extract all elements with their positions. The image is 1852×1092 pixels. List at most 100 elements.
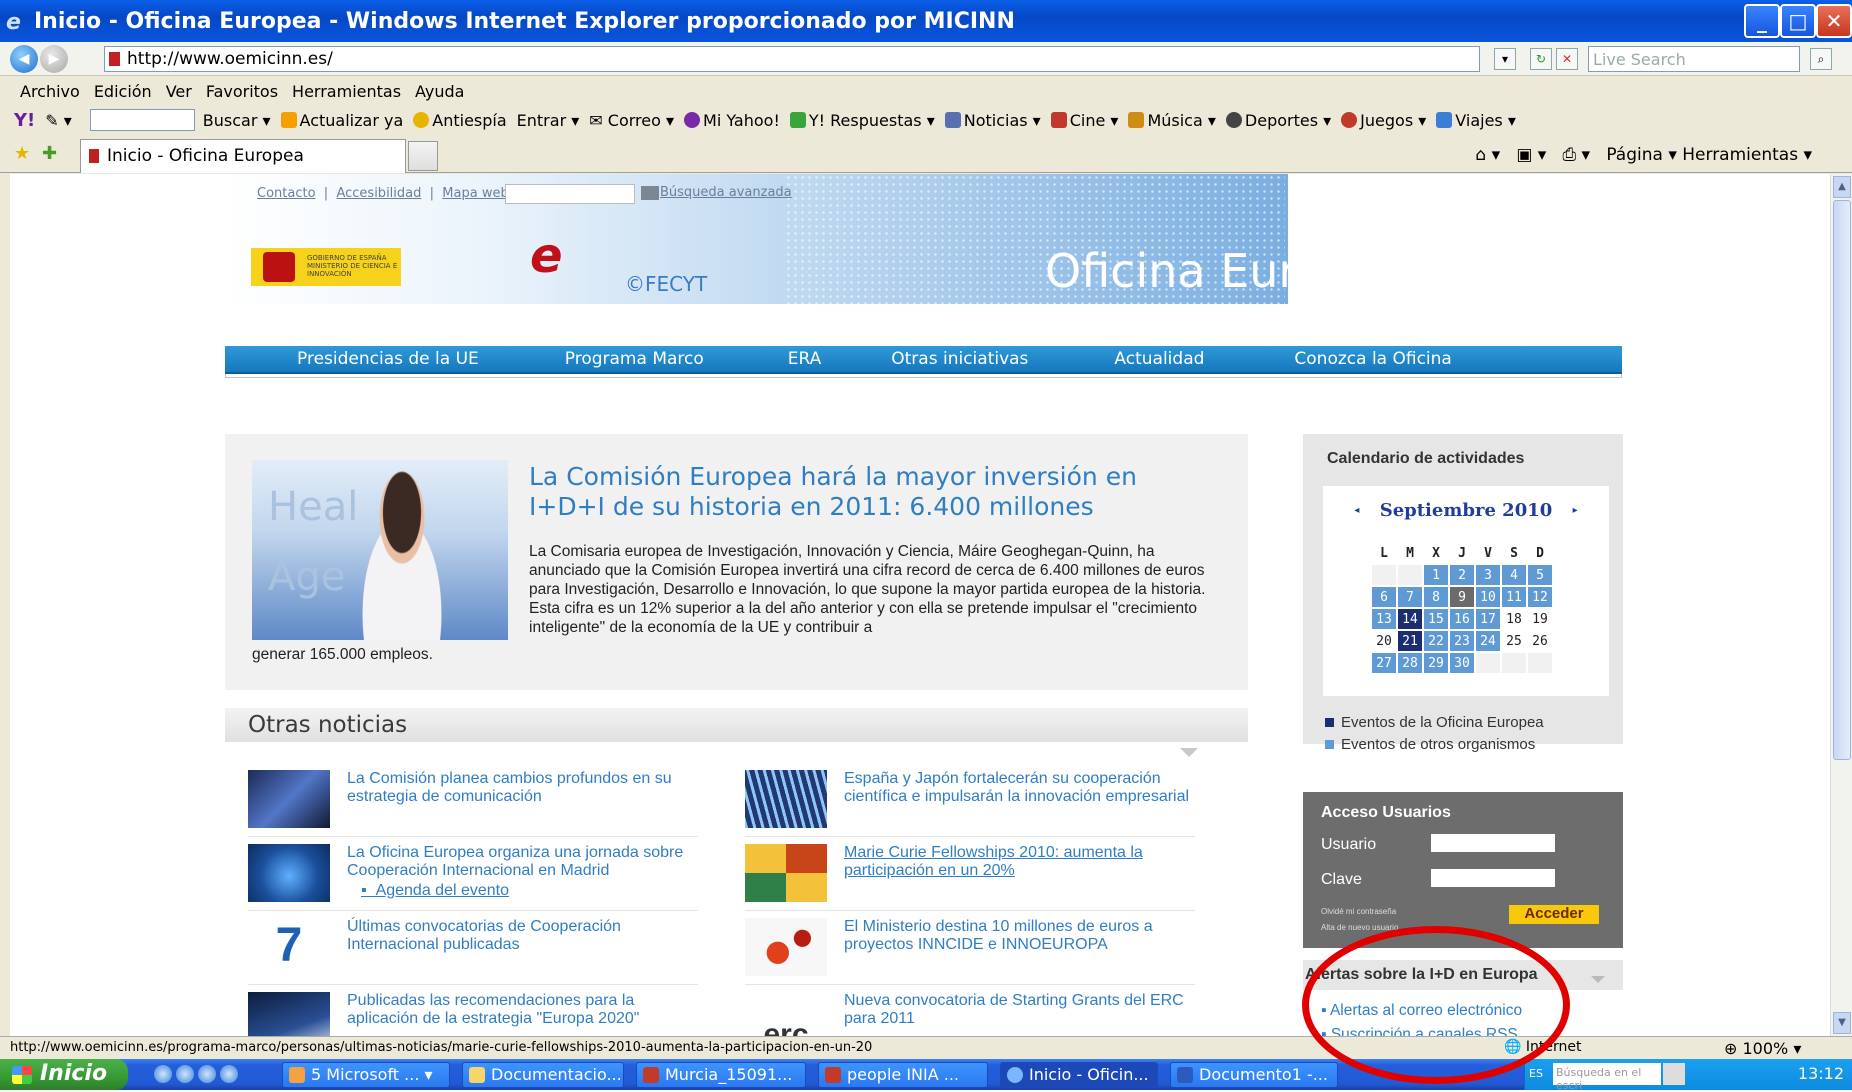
search-icon[interactable]: ⌕ [1810,48,1832,70]
start-button[interactable]: Inicio [0,1059,128,1090]
maximize-button[interactable]: □ [1780,4,1816,38]
ie-quicklaunch-icon[interactable] [154,1065,172,1083]
refresh-icon[interactable]: ↻ [1530,48,1552,70]
calendar-day[interactable]: 12 [1528,587,1552,607]
news-title[interactable]: Publicadas las recomendaciones para la a… [347,992,697,1028]
yahoo-cine[interactable]: Cine ▾ [1050,111,1118,130]
live-search-input[interactable]: Live Search [1588,46,1800,72]
news-item[interactable]: La Comisión planea cambios profundos en … [248,770,708,838]
calendar-day[interactable]: 6 [1372,587,1396,607]
nav-otras-iniciativas[interactable]: Otras iniciativas [891,349,1028,369]
link-mapa-web[interactable]: Mapa web [442,186,508,201]
task-documento1[interactable]: Documento1 -... [1170,1062,1338,1088]
task-murcia[interactable]: Murcia_15091... [636,1062,806,1088]
news-item[interactable]: Publicadas las recomendaciones para la a… [248,992,708,1036]
calendar-day[interactable]: 1 [1424,565,1448,585]
task-inicio-oficina[interactable]: Inicio - Oficin... [1000,1062,1158,1088]
nav-presidencias[interactable]: Presidencias de la UE [297,349,479,369]
quicklaunch-icon[interactable] [198,1065,216,1083]
advanced-search-link[interactable]: Búsqueda avanzada [660,185,792,200]
calendar-day[interactable]: 8 [1424,587,1448,607]
agenda-link[interactable]: ▪ Agenda del evento [361,882,509,900]
calendar-day[interactable]: 15 [1424,609,1448,629]
zoom-level[interactable]: ⊕ 100% ▾ [1724,1039,1801,1058]
calendar-day[interactable]: 24 [1476,631,1500,651]
chevron-down-icon[interactable] [1180,748,1198,757]
add-favorites-icon[interactable]: ✚ [42,143,57,164]
news-title[interactable]: Marie Curie Fellowships 2010: aumenta la… [844,844,1194,880]
featured-title[interactable]: La Comisión Europea hará la mayor invers… [529,462,1219,522]
usuario-input[interactable] [1431,834,1555,852]
calendar-day[interactable]: 7 [1398,587,1422,607]
calendar-day[interactable]: 9 [1450,587,1474,607]
calendar-day[interactable]: 10 [1476,587,1500,607]
scroll-up-icon[interactable]: ▲ [1833,176,1851,198]
calendar-day[interactable]: 16 [1450,609,1474,629]
yahoo-correo[interactable]: ✉ Correo ▾ [589,111,674,130]
calendar-day[interactable]: 11 [1502,587,1526,607]
nav-actualidad[interactable]: Actualidad [1114,349,1204,369]
news-title[interactable]: Nueva convocatoria de Starting Grants de… [844,992,1194,1028]
calendar-day[interactable]: 13 [1372,609,1396,629]
calendar-day[interactable]: 30 [1450,653,1474,673]
calendar-day[interactable]: 29 [1424,653,1448,673]
stop-icon[interactable]: ✕ [1556,48,1578,70]
news-item[interactable]: El Ministerio destina 10 millones de eur… [745,918,1205,986]
yahoo-search-input[interactable] [89,109,195,131]
yahoo-musica[interactable]: Música ▾ [1128,111,1216,130]
clave-input[interactable] [1431,869,1555,887]
yahoo-actualizar[interactable]: Actualizar ya [280,111,403,130]
menu-archivo[interactable]: Archivo [20,82,80,101]
link-accesibilidad[interactable]: Accesibilidad [336,186,421,201]
forgot-password-link[interactable]: Olvidé mi contraseña [1321,907,1396,916]
yahoo-deportes[interactable]: Deportes ▾ [1225,111,1331,130]
task-people-inia[interactable]: people INIA ... [818,1062,988,1088]
quicklaunch-icon[interactable] [176,1065,194,1083]
quicklaunch-icon[interactable] [220,1065,238,1083]
link-contacto[interactable]: Contacto [257,186,316,201]
calendar-day[interactable]: 3 [1476,565,1500,585]
calendar-day[interactable]: 2 [1450,565,1474,585]
favorites-star-icon[interactable]: ★ [14,143,30,164]
task-outlook[interactable]: 5 Microsoft ... ▾ [282,1062,450,1088]
prev-month-icon[interactable]: ◂ [1354,505,1359,516]
nav-era[interactable]: ERA [788,349,822,369]
vertical-scrollbar[interactable]: ▲ ▼ [1830,174,1852,1036]
minimize-button[interactable]: _ [1744,4,1780,38]
site-search-input[interactable] [505,184,635,204]
news-item[interactable]: Marie Curie Fellowships 2010: aumenta la… [745,844,1205,912]
address-dropdown-button[interactable]: ▾ [1494,48,1516,70]
yahoo-mi-yahoo[interactable]: Mi Yahoo! [684,111,780,130]
tab-inicio[interactable]: Inicio - Oficina Europea [80,139,406,173]
yahoo-noticias[interactable]: Noticias ▾ [944,111,1041,130]
nav-conozca[interactable]: Conozca la Oficina [1294,349,1451,369]
menu-favoritos[interactable]: Favoritos [206,82,278,101]
forward-button[interactable]: ▶ [40,44,68,73]
next-month-icon[interactable]: ▸ [1573,505,1578,516]
calendar-day[interactable]: 21 [1398,631,1422,651]
calendar-day[interactable]: 28 [1398,653,1422,673]
news-item[interactable]: España y Japón fortalecerán su cooperaci… [745,770,1205,838]
back-button[interactable]: ◀ [10,44,38,73]
language-indicator[interactable]: ES [1529,1067,1543,1080]
calendar-day[interactable]: 5 [1528,565,1552,585]
task-documentacion[interactable]: Documentacio... [462,1062,624,1088]
yahoo-buscar[interactable]: Buscar ▾ [203,111,271,130]
news-item[interactable]: La Oficina Europea organiza una jornada … [248,844,708,912]
menu-herramientas[interactable]: Herramientas [292,82,401,101]
featured-image[interactable]: Heal Age [252,460,508,640]
chevron-down-icon[interactable] [1591,976,1605,983]
scroll-thumb[interactable] [1833,200,1851,760]
yahoo-antiespia[interactable]: Antiespía [413,111,507,130]
taskbar-search-input[interactable]: Búsqueda en el escri [1553,1063,1661,1092]
close-button[interactable]: ✕ [1816,4,1852,38]
acceder-button[interactable]: Acceder [1509,905,1599,924]
news-title[interactable]: Últimas convocatorias de Cooperación Int… [347,918,697,954]
menu-ayuda[interactable]: Ayuda [415,82,464,101]
pencil-icon[interactable]: ✎ ▾ [45,111,72,130]
news-item[interactable]: erc Nueva convocatoria de Starting Grant… [745,992,1205,1036]
calendar-day[interactable]: 22 [1424,631,1448,651]
yahoo-viajes[interactable]: Viajes ▾ [1436,111,1516,130]
menu-edicion[interactable]: Edición [94,82,152,101]
news-title[interactable]: El Ministerio destina 10 millones de eur… [844,918,1194,954]
